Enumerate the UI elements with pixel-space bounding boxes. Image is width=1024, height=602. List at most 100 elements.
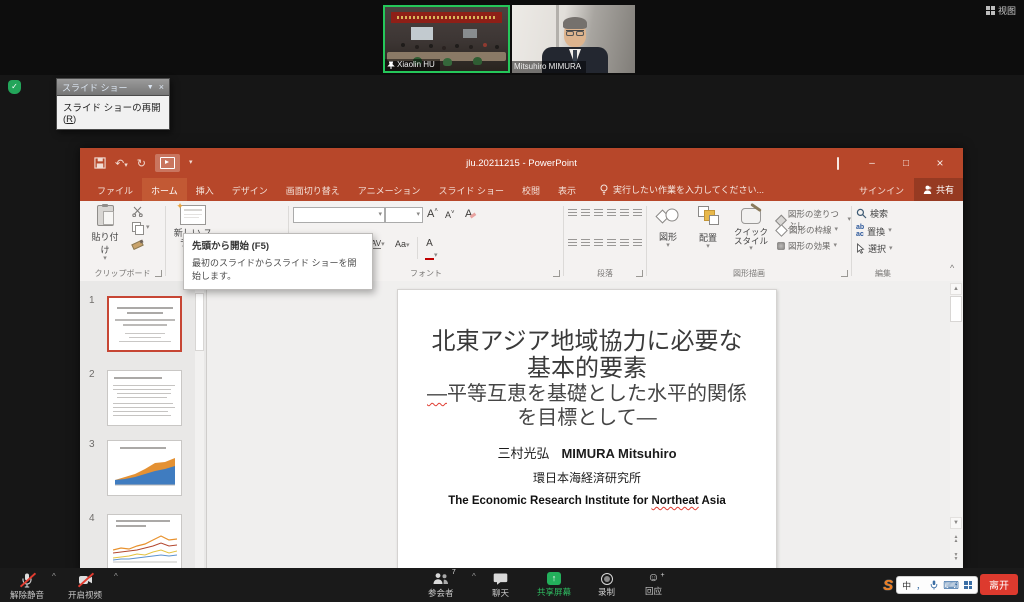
arrange-button[interactable]: 配置 ▾ — [691, 206, 725, 250]
ribbon-display-icon — [837, 157, 839, 170]
redo-button[interactable]: ↻ — [137, 157, 146, 170]
bullets-button[interactable] — [568, 209, 577, 219]
ime-mode-toggle[interactable]: 中 — [902, 579, 911, 592]
slide-thumbnail-3[interactable] — [107, 440, 182, 496]
shape-outline-button[interactable]: 図形の枠線 ▾ — [777, 224, 838, 236]
slide-thumbnail-2[interactable] — [107, 370, 182, 426]
decrease-indent-button[interactable] — [594, 209, 603, 219]
current-slide[interactable]: 北東アジア地域協力に必要な 基本的要素 ―平等互恵を基礎とした水平的関係 を目標… — [397, 289, 777, 573]
subtitle-dash: ― — [427, 383, 447, 405]
start-from-beginning-button[interactable] — [155, 154, 180, 172]
resume-slideshow-menu-item[interactable]: スライド ショーの再開(R) — [56, 95, 170, 130]
share-button[interactable]: 共有 — [914, 178, 963, 201]
format-painter-button[interactable] — [132, 239, 144, 249]
font-color-button[interactable]: A▾ — [425, 238, 438, 260]
tell-me-box[interactable]: 実行したい作業を入力してください... — [599, 178, 764, 201]
tab-file[interactable]: ファイル — [88, 178, 142, 201]
tab-view[interactable]: 表示 — [549, 178, 585, 201]
justify-button[interactable] — [607, 239, 616, 249]
cut-button[interactable] — [132, 206, 143, 217]
collapse-ribbon-button[interactable]: ^ — [950, 263, 954, 273]
paragraph-dialog-launcher[interactable] — [636, 270, 643, 277]
minimize-button[interactable]: – — [855, 158, 889, 169]
popup-dropdown-icon[interactable]: ▼ — [147, 84, 154, 91]
tab-design[interactable]: デザイン — [223, 178, 277, 201]
tab-slideshow[interactable]: スライド ショー — [429, 178, 513, 201]
quick-styles-icon — [740, 206, 762, 224]
align-center-button[interactable] — [581, 239, 590, 249]
decrease-font-button[interactable]: A˅ — [445, 210, 455, 220]
align-left-button[interactable] — [568, 239, 577, 249]
shape-effects-button[interactable]: 図形の効果 ▾ — [777, 240, 837, 252]
security-shield-icon[interactable]: ✓ — [8, 80, 21, 94]
ribbon-display-options-button[interactable] — [821, 158, 855, 169]
clipboard-dialog-launcher[interactable] — [155, 270, 162, 277]
maximize-button[interactable]: □ — [889, 158, 923, 169]
columns-button[interactable] — [620, 239, 629, 249]
thumbnail-scrollbar-thumb[interactable] — [195, 293, 204, 351]
slideshow-popup-titlebar[interactable]: スライド ショー ▼ × — [56, 78, 170, 95]
scroll-down-button[interactable]: ▼ — [950, 517, 962, 529]
font-dialog-launcher[interactable] — [553, 270, 560, 277]
qat-customize-icon[interactable]: ▾ — [189, 160, 193, 166]
find-button[interactable]: 検索 — [856, 207, 888, 220]
leave-meeting-button[interactable]: 离开 — [980, 574, 1018, 595]
line-spacing-button[interactable] — [620, 209, 629, 219]
tab-insert[interactable]: 挿入 — [187, 178, 223, 201]
numbering-button[interactable] — [581, 209, 590, 219]
convert-smartart-button[interactable] — [633, 239, 642, 249]
replace-button[interactable]: abac 置換 ▾ — [856, 224, 892, 238]
slide-thumbnail-1[interactable] — [107, 296, 182, 352]
increase-font-button[interactable]: A˄ — [427, 208, 438, 220]
ppt-titlebar[interactable]: ↶▾ ↻ ▾ jlu.20211215 - PowerPoint – □ × — [80, 148, 963, 178]
sign-in-link[interactable]: サインイン — [849, 178, 914, 201]
save-icon[interactable] — [94, 157, 106, 169]
tab-transitions[interactable]: 画面切り替え — [277, 178, 349, 201]
paste-button[interactable]: 貼り付け ▾ — [88, 205, 122, 262]
reactions-button[interactable]: ☺+ 回应 — [645, 571, 662, 597]
ime-keyboard-icon[interactable]: ⌨ — [943, 579, 959, 592]
drawing-dialog-launcher[interactable] — [841, 270, 848, 277]
shapes-button[interactable]: 図形 ▾ — [651, 206, 685, 249]
quick-styles-button[interactable]: クイック スタイル ▾ — [729, 206, 773, 252]
increase-indent-button[interactable] — [607, 209, 616, 219]
clear-formatting-button[interactable]: A — [465, 208, 476, 220]
font-size-combo[interactable]: ▾ — [385, 207, 423, 223]
chat-button[interactable]: 聊天 — [492, 572, 509, 599]
tab-review[interactable]: 校閲 — [513, 178, 549, 201]
participants-button[interactable]: 7 参会者 — [428, 572, 454, 599]
select-button[interactable]: 選択 ▾ — [856, 242, 893, 255]
main-scrollbar[interactable]: ▲ ▼ ▲▲ ▼▼ — [950, 283, 962, 571]
align-right-button[interactable] — [594, 239, 603, 249]
slide-thumbnail-4[interactable] — [107, 514, 182, 570]
previous-slide-button[interactable]: ▲▲ — [950, 533, 962, 545]
video-tile-speaker[interactable]: Mitsuhiro MIMURA — [512, 5, 635, 73]
video-options-caret[interactable]: ^ — [114, 572, 118, 581]
thumbnail-scrollbar[interactable]: ▲ — [195, 283, 204, 571]
popup-close-icon[interactable]: × — [159, 82, 164, 92]
character-spacing-button[interactable]: AV▾ — [371, 239, 385, 248]
participants-options-caret[interactable]: ^ — [472, 572, 476, 581]
ime-punctuation-toggle[interactable]: ， — [916, 579, 925, 592]
close-button[interactable]: × — [923, 156, 957, 170]
copy-button[interactable] — [132, 222, 142, 232]
scroll-up-button[interactable]: ▲ — [950, 283, 962, 295]
next-slide-button[interactable]: ▼▼ — [950, 551, 962, 563]
start-video-button[interactable]: 开启视频 — [68, 572, 102, 601]
text-direction-button[interactable] — [633, 209, 642, 219]
mic-options-caret[interactable]: ^ — [52, 572, 56, 581]
undo-button[interactable]: ↶▾ — [115, 157, 128, 170]
view-button[interactable]: 视图 — [986, 4, 1016, 17]
change-case-button[interactable]: Aa▾ — [395, 239, 410, 249]
font-name-combo[interactable]: ▾ — [293, 207, 385, 223]
record-button[interactable]: 录制 — [598, 572, 615, 598]
video-tile-room[interactable]: Xiaolin HU — [383, 5, 510, 73]
main-scrollbar-thumb[interactable] — [950, 296, 962, 322]
unmute-button[interactable]: 解除静音 — [10, 572, 44, 601]
ime-toolbox-icon[interactable] — [964, 581, 972, 589]
ime-mic-icon[interactable] — [930, 580, 938, 590]
ime-toolbar[interactable]: S 中 ， ⌨ — [883, 576, 978, 594]
tab-home[interactable]: ホーム — [142, 178, 187, 201]
share-screen-button[interactable]: ↑ 共享屏幕 — [537, 572, 571, 598]
tab-animations[interactable]: アニメーション — [349, 178, 430, 201]
